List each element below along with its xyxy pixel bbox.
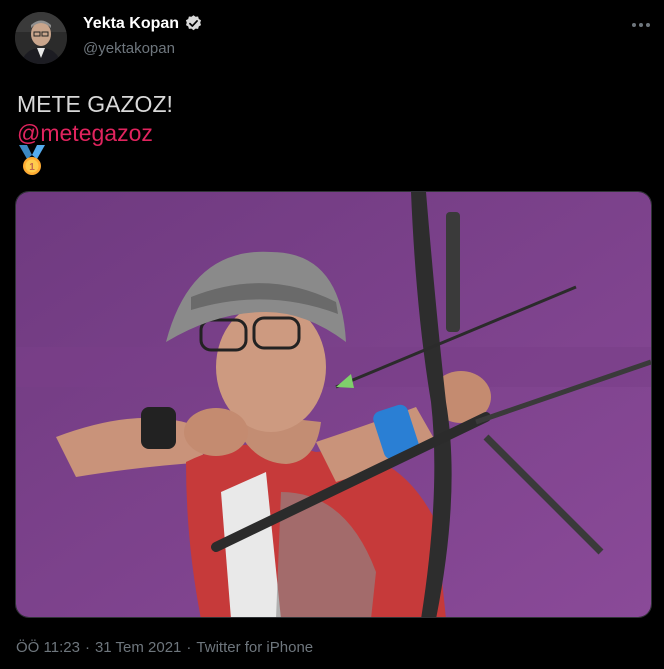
avatar[interactable] <box>15 12 67 64</box>
meta-separator: · <box>84 639 90 656</box>
verified-badge-icon <box>184 14 203 33</box>
gold-medal-icon: 1 <box>17 145 47 177</box>
tweet-photo[interactable] <box>15 191 652 618</box>
svg-text:1: 1 <box>29 162 35 173</box>
tweet-meta: ÖÖ 11:23 · 31 Tem 2021 · Twitter for iPh… <box>16 639 313 656</box>
archer-photo <box>16 192 651 617</box>
tweet-source[interactable]: Twitter for iPhone <box>196 639 313 656</box>
tweet-text: METE GAZOZ! <box>17 91 173 117</box>
tweet-date[interactable]: 31 Tem 2021 <box>95 639 181 656</box>
mention-link[interactable]: @metegazoz <box>17 118 153 148</box>
tweet: Yekta Kopan @yektakopan METE GAZOZ! @met… <box>0 0 664 669</box>
avatar-portrait <box>15 12 67 64</box>
author-display-name[interactable]: Yekta Kopan <box>83 15 179 33</box>
meta-separator: · <box>186 639 192 656</box>
author-name-row: Yekta Kopan <box>83 14 203 33</box>
tweet-time[interactable]: ÖÖ 11:23 <box>16 639 80 656</box>
author-handle[interactable]: @yektakopan <box>83 40 175 57</box>
more-options-icon[interactable] <box>630 14 652 36</box>
